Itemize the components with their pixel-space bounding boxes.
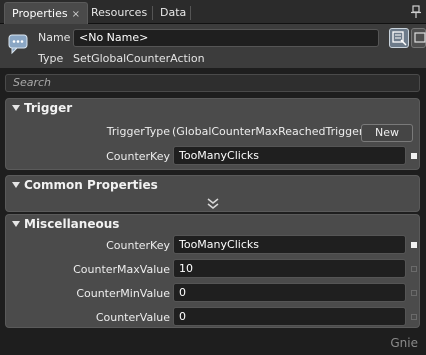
- watermark: Gnie: [390, 336, 418, 350]
- name-input[interactable]: <No Name>: [73, 29, 379, 47]
- counter-max-value-input[interactable]: 10: [173, 259, 406, 278]
- trigger-section: Trigger TriggerType (GlobalCounterMaxRea…: [5, 98, 420, 170]
- expand-chevrons-icon[interactable]: [206, 198, 220, 210]
- tab-properties[interactable]: Properties ×: [4, 2, 88, 24]
- properties-view-button[interactable]: [389, 28, 409, 48]
- property-marker-icon[interactable]: [411, 266, 417, 272]
- miscellaneous-title: Miscellaneous: [24, 217, 120, 231]
- tab-properties-label: Properties: [12, 7, 68, 20]
- tab-resources-label: Resources: [91, 6, 148, 19]
- property-marker-icon[interactable]: [411, 290, 417, 296]
- object-header: Name <No Name> Type SetGlobalCounterActi…: [0, 24, 426, 68]
- type-value: SetGlobalCounterAction: [73, 52, 205, 65]
- property-marker-icon[interactable]: [411, 153, 417, 159]
- action-object-icon: [8, 34, 28, 55]
- search-input[interactable]: Search: [5, 74, 420, 92]
- counter-min-value-input[interactable]: 0: [173, 283, 406, 302]
- common-properties-title: Common Properties: [24, 178, 158, 192]
- name-label: Name: [38, 31, 71, 44]
- counter-min-value-label: CounterMinValue: [76, 287, 170, 300]
- trigger-type-label: TriggerType: [106, 125, 170, 138]
- collapse-triangle-icon[interactable]: [12, 182, 20, 188]
- counter-value-label: CounterValue: [95, 311, 170, 324]
- events-view-button[interactable]: [411, 28, 426, 48]
- pin-icon[interactable]: [410, 5, 422, 19]
- properties-icon: [392, 31, 407, 46]
- tab-data-label: Data: [160, 6, 187, 19]
- close-icon[interactable]: ×: [72, 9, 80, 20]
- new-trigger-button[interactable]: New: [361, 124, 413, 142]
- miscellaneous-section: Miscellaneous CounterKey TooManyClicks C…: [5, 214, 420, 328]
- collapse-triangle-icon[interactable]: [12, 105, 20, 111]
- tab-data[interactable]: Data: [153, 2, 193, 24]
- tab-resources[interactable]: Resources: [84, 2, 154, 24]
- property-marker-icon[interactable]: [411, 242, 417, 248]
- tab-divider: [190, 6, 191, 20]
- common-properties-header[interactable]: Common Properties: [6, 176, 419, 194]
- miscellaneous-header[interactable]: Miscellaneous: [6, 215, 419, 233]
- common-properties-section: Common Properties: [5, 175, 420, 212]
- trigger-counter-key-label: CounterKey: [106, 150, 170, 163]
- events-icon: [414, 32, 426, 43]
- property-marker-icon[interactable]: [411, 314, 417, 320]
- trigger-section-title: Trigger: [24, 101, 73, 115]
- counter-value-input[interactable]: 0: [173, 307, 406, 326]
- misc-counter-key-input[interactable]: TooManyClicks: [173, 235, 406, 254]
- trigger-section-header[interactable]: Trigger: [6, 99, 419, 117]
- panel-tab-bar: Properties × Resources Data: [0, 0, 426, 24]
- misc-counter-key-label: CounterKey: [106, 239, 170, 252]
- trigger-counter-key-input[interactable]: TooManyClicks: [173, 146, 406, 165]
- type-label: Type: [38, 52, 64, 65]
- collapse-triangle-icon[interactable]: [12, 221, 20, 227]
- counter-max-value-label: CounterMaxValue: [73, 263, 170, 276]
- trigger-type-value: (GlobalCounterMaxReachedTrigger): [172, 125, 368, 138]
